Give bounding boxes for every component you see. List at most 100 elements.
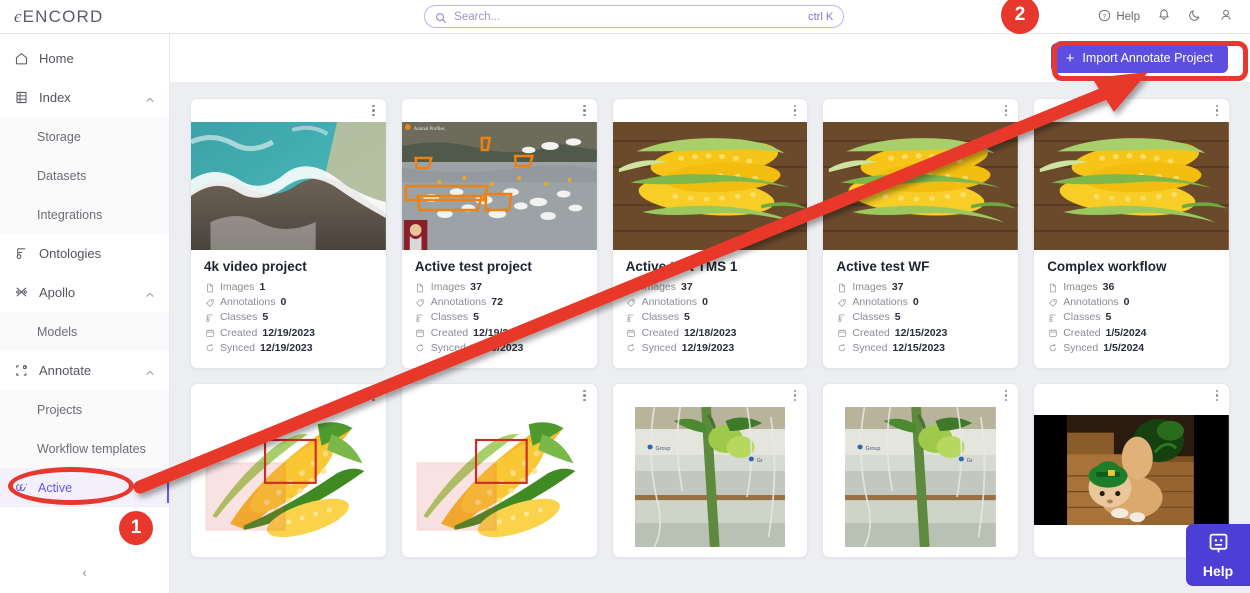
help-widget-button[interactable]: Help <box>1186 524 1250 586</box>
top-bar: єENCORD Search... ctrl K ? Help <box>0 0 1250 34</box>
calendar-icon <box>204 328 215 339</box>
project-card[interactable]: Group Gr <box>611 383 809 559</box>
card-meta-value: 5 <box>1105 311 1112 324</box>
notifications-button[interactable] <box>1157 8 1171 25</box>
account-button[interactable] <box>1219 8 1233 25</box>
card-menu-icon[interactable] <box>792 103 799 119</box>
sidebar-label-workflow-templates: Workflow templates <box>37 441 146 456</box>
project-card[interactable]: 4k video project Images 1 Annotations 0 <box>190 98 387 370</box>
card-header <box>823 384 1018 407</box>
card-meta-value: 5 <box>473 311 479 324</box>
card-meta-annotations: Annotations 0 <box>1047 295 1216 310</box>
card-meta-created: Created 12/15/2023 <box>836 326 1005 341</box>
card-meta-value: 5 <box>262 311 269 324</box>
card-meta-value: 12/19/2023 <box>470 341 524 354</box>
home-icon <box>14 51 29 66</box>
card-menu-icon[interactable] <box>370 388 377 404</box>
tag-icon <box>1047 297 1058 308</box>
file-icon <box>204 282 215 293</box>
search-shortcut: ctrl K <box>808 10 834 23</box>
card-menu-icon[interactable] <box>1214 103 1221 119</box>
sidebar-label-index: Index <box>39 90 71 105</box>
card-meta-label: Images <box>641 281 677 293</box>
card-meta-synced: Synced 12/19/2023 <box>204 341 373 356</box>
project-card[interactable]: Active test TMS 1 Images 37 Annotations … <box>611 98 809 370</box>
card-header <box>613 99 808 122</box>
project-card[interactable]: Group Gr <box>822 383 1020 559</box>
sidebar-item-apollo[interactable]: Apollo <box>0 273 169 312</box>
card-meta-value: 12/19/2023 <box>473 326 526 339</box>
card-meta-synced: Synced 12/19/2023 <box>626 341 795 356</box>
card-header <box>1034 99 1229 122</box>
card-meta-value: 12/15/2023 <box>894 326 948 339</box>
encord-logo[interactable]: єENCORD <box>14 7 104 27</box>
card-title: Complex workflow <box>1047 259 1167 274</box>
card-meta-label: Created <box>1063 326 1101 339</box>
aerial-coastline-image <box>191 122 386 250</box>
card-menu-icon[interactable] <box>370 103 377 119</box>
bell-icon <box>1157 8 1171 25</box>
sidebar-item-home[interactable]: Home <box>0 39 169 78</box>
project-card[interactable]: Active test WF Images 37 Annotations 0 C… <box>822 98 1020 370</box>
sidebar-item-ontologies[interactable]: Ontologies <box>0 234 169 273</box>
card-meta-label: Annotations <box>220 296 276 309</box>
sidebar-item-storage[interactable]: Storage <box>0 117 169 156</box>
card-header <box>402 99 597 122</box>
callout-badge-one: 1 <box>119 511 153 545</box>
sidebar-item-workflow-templates[interactable]: Workflow templates <box>0 429 169 468</box>
card-header <box>402 384 597 407</box>
card-meta-label: Classes <box>1063 311 1101 324</box>
callout-ring-active <box>8 467 134 505</box>
card-thumbnail <box>191 407 386 548</box>
project-card[interactable]: Animal Profiles Active test project Imag… <box>400 98 598 370</box>
sidebar-item-integrations[interactable]: Integrations <box>0 195 169 234</box>
card-meta-value: 0 <box>1123 296 1130 309</box>
card-header <box>613 384 808 407</box>
calendar-icon <box>415 328 426 339</box>
card-meta-label: Synced <box>641 341 677 354</box>
calendar-icon <box>836 328 847 339</box>
card-menu-icon[interactable] <box>1003 103 1010 119</box>
card-menu-icon[interactable] <box>792 388 799 404</box>
help-button[interactable]: ? Help <box>1098 9 1140 25</box>
corn-wood-image <box>823 122 1019 250</box>
help-label: Help <box>1116 10 1140 23</box>
project-card[interactable] <box>400 383 598 559</box>
card-meta-label: Images <box>852 281 887 293</box>
file-icon <box>836 282 847 293</box>
search-input[interactable]: Search... ctrl K <box>424 5 845 28</box>
project-card[interactable]: Complex workflow Images 36 Annotations 0 <box>1033 98 1230 370</box>
sidebar-item-datasets[interactable]: Datasets <box>0 156 169 195</box>
app-root: єENCORD Search... ctrl K ? Help Home Ind… <box>0 0 1250 593</box>
card-menu-icon[interactable] <box>1214 388 1221 404</box>
sidebar-item-projects[interactable]: Projects <box>0 390 169 429</box>
card-menu-icon[interactable] <box>581 388 588 404</box>
card-meta-annotations: Annotations 0 <box>626 295 795 310</box>
sidebar-item-annotate[interactable]: Annotate <box>0 351 169 390</box>
card-meta-images: Images 36 <box>1047 280 1216 295</box>
brand-name: ENCORD <box>22 6 104 26</box>
search-icon <box>435 11 447 23</box>
card-menu-icon[interactable] <box>1003 388 1010 404</box>
chevron-up-icon <box>145 93 155 103</box>
card-meta-created: Created 12/18/2023 <box>626 326 795 341</box>
file-icon <box>1047 282 1058 293</box>
projects-grid-scroll[interactable]: 4k video project Images 1 Annotations 0 <box>170 82 1250 593</box>
classes-icon <box>626 313 637 324</box>
file-icon <box>415 282 426 293</box>
sidebar-collapse-button[interactable]: ‹ <box>0 551 169 593</box>
card-thumbnail <box>191 122 386 250</box>
project-card[interactable] <box>190 383 387 559</box>
card-meta-classes: Classes 5 <box>415 310 584 325</box>
dark-mode-toggle[interactable] <box>1188 8 1202 25</box>
card-meta-synced: Synced 1/5/2024 <box>1047 341 1216 356</box>
card-menu-icon[interactable] <box>581 103 588 119</box>
card-meta-images: Images 1 <box>204 280 373 295</box>
sidebar-item-index[interactable]: Index <box>0 78 169 117</box>
card-meta-value: 37 <box>891 281 904 293</box>
sidebar-item-models[interactable]: Models <box>0 312 169 351</box>
card-header <box>191 99 386 122</box>
card-title: Active test WF <box>836 259 930 274</box>
sidebar-label-integrations: Integrations <box>37 207 103 222</box>
main-content: + Import Annotate Project 4k video proje… <box>170 34 1250 593</box>
